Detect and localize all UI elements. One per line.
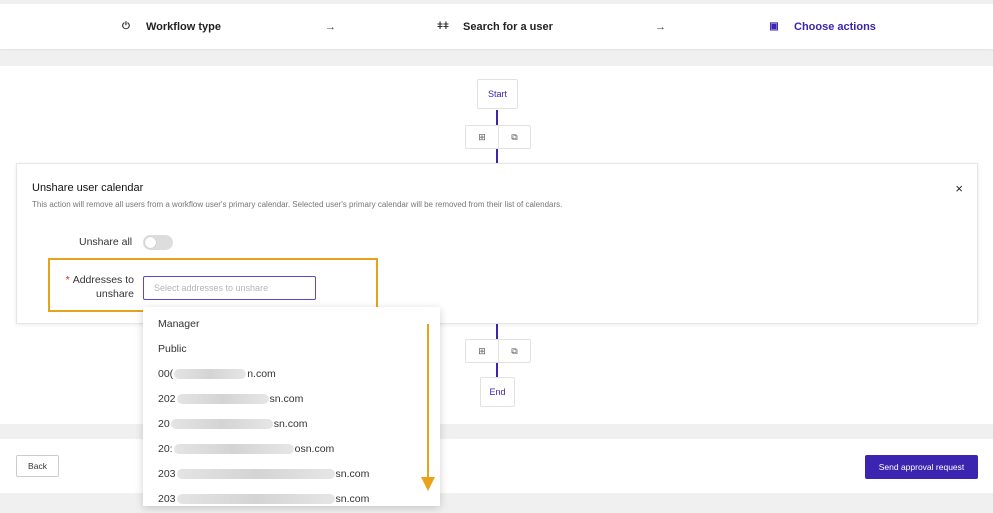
redaction-blur (174, 369, 247, 380)
dropdown-option[interactable]: 202 sn.com (158, 393, 303, 405)
dropdown-option[interactable]: 20 sn.com (158, 418, 308, 430)
arrow-right-icon: → (325, 20, 336, 33)
node-toolbar: ⊞ ⧉ (465, 339, 531, 363)
dropdown-option[interactable]: 203 sn.com (158, 493, 369, 505)
action-title: Unshare user calendar (32, 182, 144, 194)
option-text-end: sn.com (269, 393, 304, 405)
unshare-all-label: Unshare all (79, 236, 133, 248)
option-text: Public (158, 343, 187, 355)
redaction-blur (170, 419, 273, 430)
step-label: Choose actions (794, 20, 876, 33)
required-marker: * (65, 274, 70, 286)
action-panel-unshare-calendar: Unshare user calendar This action will r… (16, 163, 978, 324)
connector-line (496, 324, 498, 339)
arrow-right-icon: → (655, 20, 666, 33)
scroll-arrow-line (427, 324, 429, 477)
step-search-user[interactable]: ǂǂ Search for a user (437, 4, 553, 49)
redaction-blur (173, 444, 294, 455)
copy-icon[interactable]: ⧉ (498, 340, 530, 362)
redaction-blur (176, 469, 335, 480)
option-text-start: 00( (158, 368, 174, 380)
add-step-icon[interactable]: ⊞ (466, 126, 498, 148)
workflow-stepper: ⏻ Workflow type → ǂǂ Search for a user →… (0, 4, 993, 49)
dropdown-option-public[interactable]: Public (158, 343, 187, 355)
dropdown-option[interactable]: 203 sn.com (158, 468, 369, 480)
option-text-start: 202 (158, 393, 176, 405)
unshare-all-toggle[interactable] (143, 235, 173, 250)
start-node[interactable]: Start (477, 79, 518, 109)
connector-line (496, 149, 498, 163)
option-text-start: 203 (158, 468, 176, 480)
redaction-blur (176, 394, 269, 405)
connector-line (496, 363, 498, 377)
close-icon[interactable]: × (955, 181, 963, 196)
dropdown-option[interactable]: 20: osn.com (158, 443, 334, 455)
step-workflow-type[interactable]: ⏻ Workflow type (120, 4, 221, 49)
power-icon: ⏻ (122, 21, 130, 32)
scroll-down-arrow-icon (421, 477, 435, 491)
connector-line (496, 110, 498, 125)
redaction-blur (176, 494, 335, 505)
step-label: Workflow type (146, 20, 221, 33)
step-choose-actions[interactable]: ▣ Choose actions (768, 4, 876, 49)
send-approval-request-button[interactable]: Send approval request (865, 455, 978, 479)
option-text-end: n.com (247, 368, 276, 380)
option-text-end: sn.com (335, 493, 370, 505)
clipboard-icon: ▣ (769, 21, 779, 32)
node-toolbar: ⊞ ⧉ (465, 125, 531, 149)
option-text-end: osn.com (294, 443, 335, 455)
addresses-select-input[interactable] (143, 276, 316, 300)
action-description: This action will remove all users from a… (32, 200, 563, 209)
option-text-end: sn.com (273, 418, 308, 430)
option-text-start: 203 (158, 493, 176, 505)
add-step-icon[interactable]: ⊞ (466, 340, 498, 362)
step-label: Search for a user (463, 20, 553, 33)
option-text-start: 20: (158, 443, 173, 455)
option-text: Manager (158, 318, 200, 330)
option-text-end: sn.com (335, 468, 370, 480)
end-node[interactable]: End (480, 377, 515, 407)
addresses-label: * Addresses to unshare (53, 273, 134, 301)
addresses-dropdown: Manager Public 00( n.com 202 sn.com 20 sn.c… (143, 307, 440, 506)
people-icon: ǂǂ (437, 21, 449, 32)
option-text-start: 20 (158, 418, 170, 430)
dropdown-option-manager[interactable]: Manager (158, 318, 199, 330)
addresses-label-text: Addresses to unshare (72, 274, 134, 300)
dropdown-option[interactable]: 00( n.com (158, 368, 276, 380)
back-button[interactable]: Back (16, 455, 59, 477)
copy-icon[interactable]: ⧉ (498, 126, 530, 148)
